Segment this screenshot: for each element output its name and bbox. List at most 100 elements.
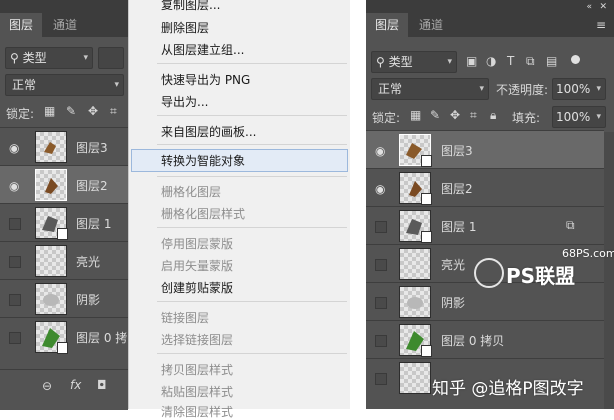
menu-item-enable-vector-mask: 启用矢量蒙版 bbox=[161, 259, 234, 273]
fill-input[interactable]: 100% ▾ bbox=[552, 106, 606, 128]
eye-icon[interactable]: ◉ bbox=[375, 182, 385, 196]
menu-item-quick-export-png[interactable]: 快速导出为 PNG bbox=[161, 71, 250, 88]
menu-item-clear-layer-style: 清除图层样式 bbox=[161, 405, 234, 419]
menu-item-export-as[interactable]: 导出为... bbox=[161, 93, 208, 110]
tab-layers[interactable]: 图层 bbox=[0, 13, 43, 37]
layers-panel-left: 图层 通道 ⚲ 类型 ▾ 正常 ▾ 锁定: ▦ ✎ ✥ ⌗ ◉ 图层3 ◉ 图层… bbox=[0, 0, 128, 410]
site-watermark: 68PS.com bbox=[562, 247, 614, 260]
layer-filter-select[interactable]: ⚲ 类型 ▾ bbox=[5, 47, 93, 69]
filter-toggle-icon[interactable] bbox=[571, 55, 580, 64]
link-icon[interactable]: ⊖ bbox=[42, 379, 52, 393]
menu-separator bbox=[157, 63, 347, 64]
opacity-input[interactable]: 100% ▾ bbox=[552, 78, 606, 100]
lock-transparent-icon[interactable]: ▦ bbox=[44, 104, 55, 118]
visibility-toggle[interactable] bbox=[9, 218, 21, 230]
layer-thumbnail bbox=[35, 207, 68, 240]
visibility-toggle[interactable] bbox=[375, 373, 387, 385]
tab-layers[interactable]: 图层 bbox=[366, 13, 409, 37]
visibility-toggle[interactable] bbox=[375, 297, 387, 309]
lock-transparent-icon[interactable]: ▦ bbox=[410, 108, 421, 122]
layer-row[interactable]: 图层 0 拷 bbox=[0, 317, 128, 356]
lock-all-icon[interactable]: 🔒︎ bbox=[490, 108, 496, 123]
layer-row[interactable]: 图层 0 拷贝 bbox=[366, 320, 604, 359]
eye-icon[interactable]: ◉ bbox=[375, 144, 385, 158]
layers-panel-right: « ✕ 图层 通道 ≡ ⚲ 类型 ▾ ▣ ◑ T ⧉ ▤ 正常 ▾ 不透明度: … bbox=[366, 0, 614, 409]
filter-type-icon[interactable]: T bbox=[507, 54, 514, 68]
lock-label: 锁定: bbox=[372, 111, 401, 125]
close-icon[interactable]: ✕ bbox=[599, 2, 607, 12]
lock-move-icon[interactable]: ✥ bbox=[88, 104, 98, 118]
layer-name: 图层3 bbox=[441, 144, 473, 158]
shadow-icon bbox=[407, 297, 423, 309]
menu-item-disable-layer-mask: 停用图层蒙版 bbox=[161, 237, 234, 251]
layer-row[interactable]: 亮光 bbox=[0, 241, 128, 280]
tab-channels[interactable]: 通道 bbox=[44, 13, 86, 37]
tab-channels[interactable]: 通道 bbox=[410, 13, 452, 37]
chevron-down-icon: ▾ bbox=[479, 84, 484, 94]
filter-adjustment-icon[interactable]: ◑ bbox=[486, 54, 496, 68]
layer-row[interactable]: 阴影 bbox=[0, 279, 128, 318]
lock-artboard-icon[interactable]: ⌗ bbox=[470, 108, 477, 123]
menu-item-convert-to-smart-object[interactable]: 转换为智能对象 bbox=[161, 152, 245, 169]
layer-row-selected[interactable]: ◉ 图层2 bbox=[0, 165, 128, 204]
filter-label: 类型 bbox=[22, 51, 47, 65]
lock-move-icon[interactable]: ✥ bbox=[450, 108, 460, 122]
menu-item-select-linked-layers: 选择链接图层 bbox=[161, 333, 234, 347]
panel-footer: ⊖ fx ◘ bbox=[0, 369, 128, 410]
visibility-toggle[interactable] bbox=[9, 332, 21, 344]
layer-thumbnail bbox=[399, 362, 431, 394]
layer-name: 图层2 bbox=[76, 179, 108, 193]
layer-name: 图层 1 bbox=[76, 217, 112, 231]
filter-pixel-icon[interactable]: ▣ bbox=[466, 54, 477, 68]
layer-filter-select[interactable]: ⚲ 类型 ▾ bbox=[371, 51, 457, 73]
visibility-toggle[interactable] bbox=[9, 294, 21, 306]
eye-icon[interactable]: ◉ bbox=[9, 141, 19, 155]
collapse-icon[interactable]: « bbox=[586, 2, 592, 12]
lock-brush-icon[interactable]: ✎ bbox=[430, 108, 440, 122]
scrollbar[interactable] bbox=[604, 132, 614, 409]
layer-thumbnail bbox=[399, 324, 432, 357]
smart-object-icon bbox=[421, 155, 432, 167]
visibility-toggle[interactable] bbox=[9, 256, 21, 268]
layer-name: 图层 1 bbox=[441, 220, 477, 234]
opacity-value: 100% bbox=[556, 82, 591, 96]
layer-row[interactable]: ◉ 图层3 bbox=[0, 127, 128, 166]
layer-row[interactable]: 图层 1 ⧉ bbox=[366, 206, 604, 245]
blend-mode-value: 正常 bbox=[378, 82, 403, 96]
layer-thumbnail bbox=[35, 169, 67, 201]
visibility-toggle[interactable] bbox=[375, 259, 387, 271]
panel-menu-icon[interactable]: ≡ bbox=[596, 18, 606, 32]
filter-shape-icon[interactable]: ⧉ bbox=[526, 54, 535, 69]
menu-item-rasterize-layer: 栅格化图层 bbox=[161, 185, 222, 199]
filter-smart-object-icon[interactable]: ▤ bbox=[546, 54, 557, 68]
fx-icon[interactable]: fx bbox=[70, 378, 81, 392]
layer-thumbnail bbox=[35, 245, 67, 277]
lock-brush-icon[interactable]: ✎ bbox=[66, 104, 76, 118]
panel-tab-bar: 图层 通道 bbox=[0, 0, 128, 37]
lock-artboard-icon[interactable]: ⌗ bbox=[110, 104, 117, 119]
layer-thumbnail bbox=[399, 286, 431, 318]
filter-image-icon[interactable] bbox=[98, 47, 124, 69]
layer-row[interactable]: ◉ 图层2 bbox=[366, 168, 604, 207]
menu-item-duplicate-layer[interactable]: 复制图层... bbox=[161, 0, 220, 13]
visibility-toggle[interactable] bbox=[375, 221, 387, 233]
menu-separator bbox=[157, 353, 347, 354]
brand-watermark: PS联盟 bbox=[506, 264, 576, 288]
eye-icon[interactable]: ◉ bbox=[9, 179, 19, 193]
blend-mode-select[interactable]: 正常 ▾ bbox=[5, 74, 124, 96]
layer-row[interactable]: 图层 1 bbox=[0, 203, 128, 242]
menu-item-artboard-from-layers[interactable]: 来自图层的画板... bbox=[161, 123, 256, 140]
blend-mode-select[interactable]: 正常 ▾ bbox=[371, 78, 489, 100]
filter-label: 类型 bbox=[388, 55, 413, 69]
layer-name: 阴影 bbox=[76, 293, 101, 307]
smart-object-icon bbox=[421, 345, 432, 357]
layer-name: 亮光 bbox=[441, 258, 466, 272]
linked-smart-object-icon: ⧉ bbox=[566, 218, 575, 232]
menu-item-delete-layer[interactable]: 删除图层 bbox=[161, 19, 209, 36]
menu-item-create-clipping-mask[interactable]: 创建剪贴蒙版 bbox=[161, 279, 233, 296]
context-menu: 复制图层... 删除图层 从图层建立组... 快速导出为 PNG 导出为... … bbox=[128, 0, 352, 419]
menu-item-group-from-layers[interactable]: 从图层建立组... bbox=[161, 41, 244, 58]
visibility-toggle[interactable] bbox=[375, 335, 387, 347]
mask-icon[interactable]: ◘ bbox=[97, 378, 107, 392]
layer-row-selected[interactable]: ◉ 图层3 bbox=[366, 130, 604, 169]
